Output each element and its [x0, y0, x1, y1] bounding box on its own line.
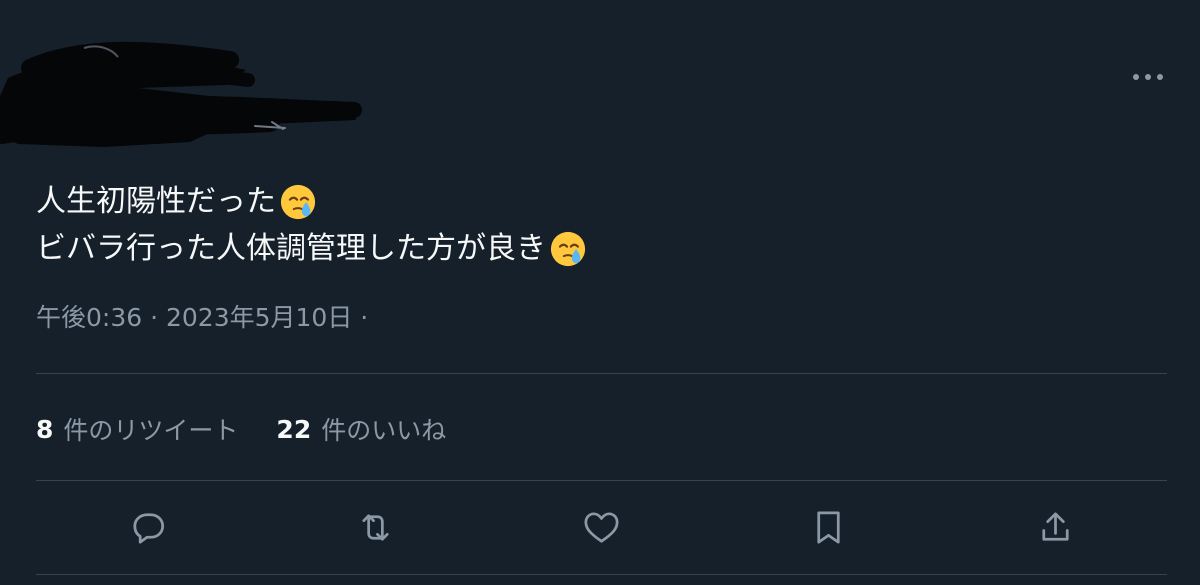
tweet-stats: 8 件のリツイート 22 件のいいね: [36, 408, 446, 450]
tweet: 人生初陽性だった ビバラ行った人体調管理した方が良き 午後0:36 · 2023…: [0, 0, 1200, 585]
likes-label: 件のいいね: [321, 416, 447, 445]
tweet-line-text: ビバラ行った人体調管理した方が良き: [36, 231, 546, 266]
likes-stat[interactable]: 22 件のいいね: [276, 411, 446, 447]
share-icon: [1041, 511, 1069, 541]
tweet-timestamp[interactable]: 午後0:36 · 2023年5月10日 ·: [36, 299, 368, 337]
divider: [36, 480, 1167, 481]
tweet-actions: [36, 500, 1167, 556]
retweet-icon: [361, 513, 389, 541]
tweet-text: 人生初陽性だった ビバラ行った人体調管理した方が良き: [36, 178, 1156, 272]
bookmark-icon: [816, 510, 840, 544]
reply-button[interactable]: [121, 500, 175, 554]
share-button[interactable]: [1028, 500, 1082, 554]
face-holding-back-tears-icon: [280, 184, 316, 219]
likes-count: 22: [276, 414, 312, 444]
face-holding-back-tears-icon: [550, 231, 586, 266]
reply-icon: [132, 512, 164, 544]
retweet-button[interactable]: [348, 500, 402, 554]
tweet-line: ビバラ行った人体調管理した方が良き: [36, 225, 1156, 272]
bookmark-button[interactable]: [801, 500, 855, 554]
divider: [36, 373, 1167, 374]
more-icon: [1133, 74, 1163, 80]
retweets-stat[interactable]: 8 件のリツイート: [36, 411, 238, 447]
tweet-line-text: 人生初陽性だった: [36, 184, 276, 219]
like-button[interactable]: [574, 500, 628, 554]
retweets-count: 8: [36, 414, 54, 444]
divider: [36, 574, 1167, 575]
retweets-label: 件のリツイート: [63, 416, 239, 445]
heart-icon: [583, 511, 619, 543]
tweet-line: 人生初陽性だった: [36, 178, 1156, 225]
more-options-button[interactable]: [1128, 60, 1168, 94]
redacted-user-info: [0, 41, 362, 147]
